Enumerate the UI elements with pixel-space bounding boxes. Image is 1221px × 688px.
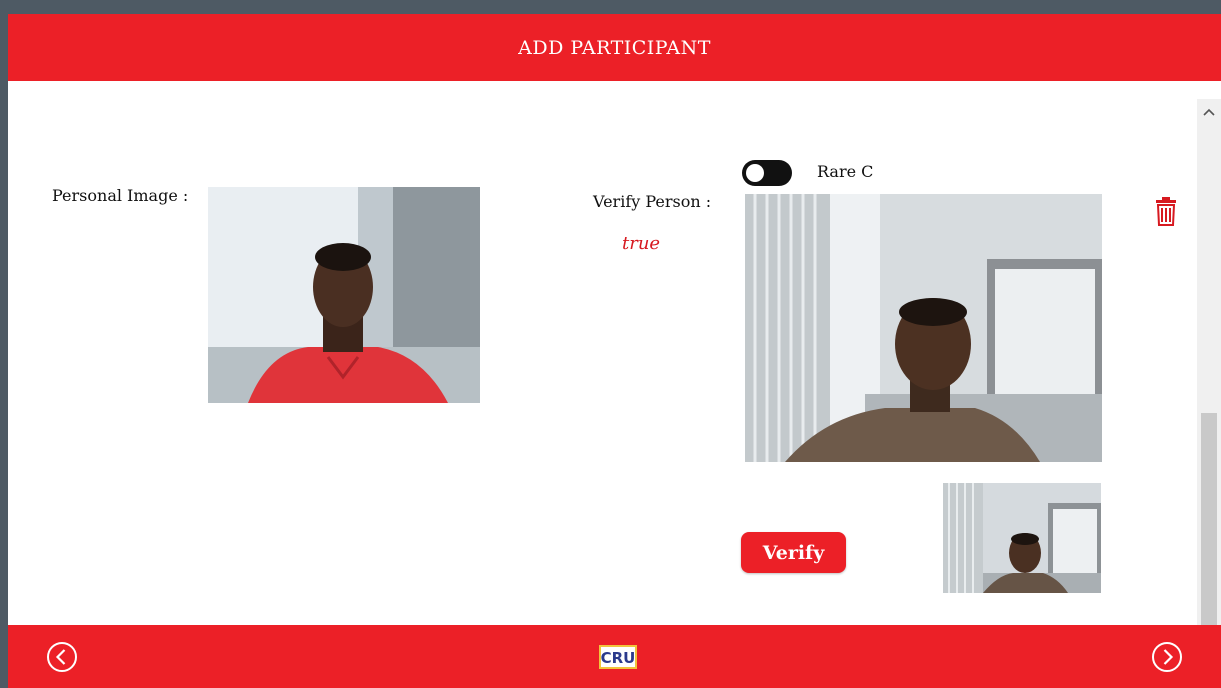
trash-icon[interactable] [1155,196,1177,226]
rare-c-toggle[interactable] [742,160,792,186]
verification-result: true [622,233,661,254]
chevron-right-circle-icon[interactable] [1151,641,1183,673]
main-content: Personal Image : Verify Person : true Ra… [8,81,1221,625]
chevron-left-circle-icon[interactable] [46,641,78,673]
verify-thumbnail-image [943,483,1101,593]
cru-logo: CRU [598,643,638,671]
logo-text: CRU [601,649,636,667]
toggle-knob [746,164,764,182]
page-title: ADD PARTICIPANT [518,36,711,59]
verify-button[interactable]: Verify [741,532,846,573]
verify-capture-image [745,194,1102,462]
app-window: ADD PARTICIPANT Personal Image : Verify … [8,14,1221,688]
verify-person-label: Verify Person : [593,192,712,211]
vertical-scrollbar[interactable] [1197,99,1221,625]
rare-c-label: Rare C [817,162,874,181]
footer-bar: CRU [8,625,1221,688]
personal-image-label: Personal Image : [52,186,189,205]
scrollbar-thumb[interactable] [1201,413,1217,625]
caret-up-icon[interactable] [1197,99,1221,125]
personal-image [208,187,480,403]
header-bar: ADD PARTICIPANT [8,14,1221,81]
